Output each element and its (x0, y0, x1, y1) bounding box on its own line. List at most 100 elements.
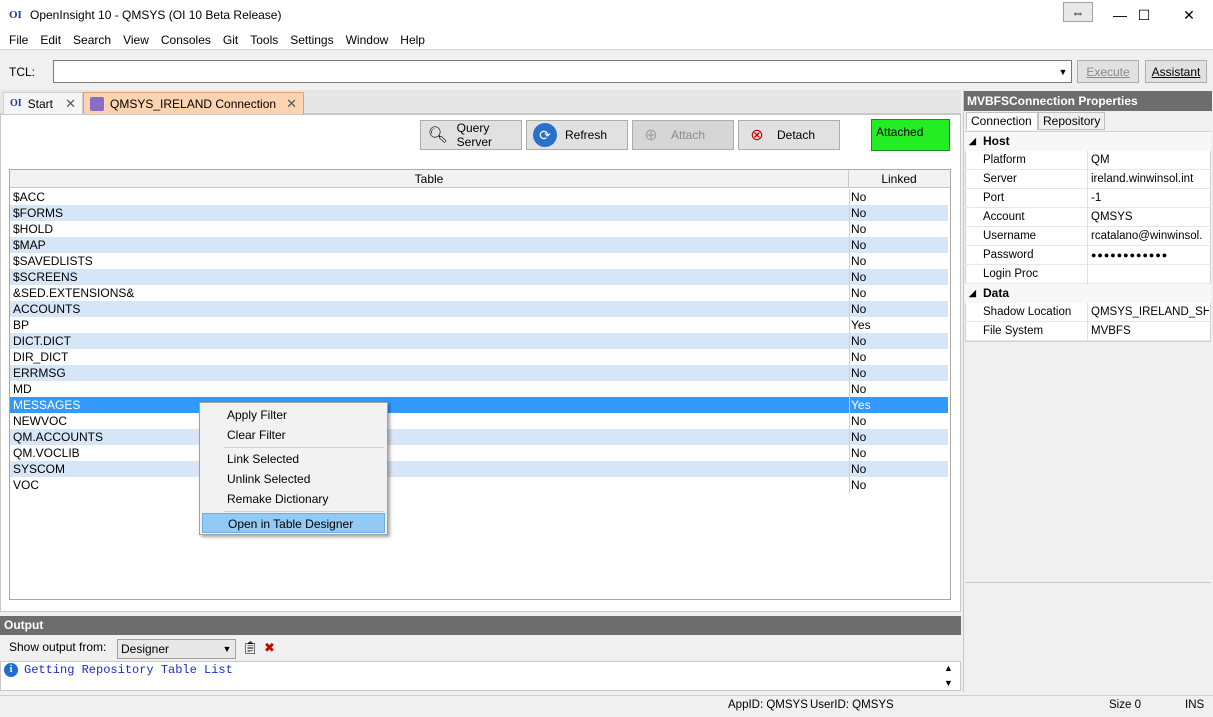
menu-view[interactable]: View (117, 31, 155, 49)
table-row[interactable]: NEWVOC No (10, 413, 948, 429)
status-bar (0, 695, 1213, 717)
property-row[interactable]: Port -1 (965, 189, 1211, 208)
table-row[interactable]: $SAVEDLISTS No (10, 253, 948, 269)
table-row[interactable]: BP Yes (10, 317, 948, 333)
output-message: Getting Repository Table List (24, 663, 233, 677)
refresh-button[interactable]: ⟳ Refresh (526, 120, 628, 150)
tab-repository[interactable]: Repository (1038, 112, 1105, 130)
table-row[interactable]: QM.VOCLIB No (10, 445, 948, 461)
table-row[interactable]: MD No (10, 381, 948, 397)
table-row[interactable]: $SCREENS No (10, 269, 948, 285)
window-title: OpenInsight 10 - QMSYS (OI 10 Beta Relea… (30, 8, 282, 22)
table-row[interactable]: ERRMSG No (10, 365, 948, 381)
close-window-button[interactable]: ✕ (1166, 0, 1212, 30)
close-icon[interactable]: ✕ (65, 96, 76, 112)
scroll-down-icon[interactable]: ▼ (944, 678, 953, 688)
attach-plug-icon: ⊕ (644, 127, 658, 144)
tcl-command-input[interactable] (53, 60, 1072, 83)
menu-tools[interactable]: Tools (244, 31, 284, 49)
copy-output-icon[interactable]: 📋︎ (242, 640, 259, 656)
property-row[interactable]: Platform QM (965, 151, 1211, 170)
properties-title: MVBFSConnection Properties (964, 91, 1212, 111)
menu-item-clear-filter[interactable]: Clear Filter (202, 425, 385, 445)
tab-start[interactable]: OI Start ✕ (3, 92, 83, 114)
menu-item-remake-dictionary[interactable]: Remake Dictionary (202, 489, 385, 509)
table-row[interactable]: $FORMS No (10, 205, 948, 221)
maximize-button[interactable]: ☐ (1121, 0, 1167, 30)
oi-logo-icon: OI (10, 98, 22, 109)
status-insert-mode: INS (1185, 699, 1205, 711)
property-row[interactable]: Login Proc (965, 265, 1211, 284)
property-description-area (965, 582, 1211, 690)
table-row[interactable]: SYSCOM No (10, 461, 948, 477)
connection-status-indicator: Attached (871, 119, 950, 151)
menu-item-unlink-selected[interactable]: Unlink Selected (202, 469, 385, 489)
button-label: Refresh (565, 128, 608, 142)
category-data[interactable]: ◢ Data (965, 284, 1211, 303)
column-header-table[interactable]: Table (10, 170, 849, 188)
table-row[interactable]: ACCOUNTS No (10, 301, 948, 317)
property-row[interactable]: Password ●●●●●●●●●●●● (965, 246, 1211, 265)
button-label: Attach (671, 128, 706, 142)
collapse-triangle-icon[interactable]: ◢ (969, 284, 976, 303)
menu-consoles[interactable]: Consoles (155, 31, 217, 49)
property-row[interactable]: File System MVBFS (965, 322, 1211, 341)
collapse-triangle-icon[interactable]: ◢ (969, 132, 976, 151)
table-row[interactable]: DICT.DICT No (10, 333, 948, 349)
property-row[interactable]: Account QMSYS (965, 208, 1211, 227)
menu-item-open-in-table-designer[interactable]: Open in Table Designer (202, 513, 385, 533)
menu-separator (224, 447, 384, 448)
status-app-id: AppID: QMSYS (728, 699, 808, 711)
table-row[interactable]: VOC No (10, 477, 948, 493)
tcl-label: TCL: (9, 65, 36, 79)
property-row[interactable]: Username rcatalano@winwinsol. (965, 227, 1211, 246)
assistant-button[interactable]: Assistant (1145, 60, 1207, 83)
menu-help[interactable]: Help (394, 31, 431, 49)
scroll-up-icon[interactable]: ▲ (944, 663, 953, 673)
menu-search[interactable]: Search (67, 31, 117, 49)
menu-item-link-selected[interactable]: Link Selected (202, 449, 385, 469)
menu-bar: File Edit Search View Consoles Git Tools… (0, 30, 1213, 50)
query-server-button[interactable]: 🔍︎ Query Server (420, 120, 522, 150)
menu-edit[interactable]: Edit (34, 31, 67, 49)
connection-icon (90, 96, 104, 111)
close-icon[interactable]: ✕ (286, 96, 297, 112)
menu-item-apply-filter[interactable]: Apply Filter (202, 405, 385, 425)
button-label: Query Server (456, 121, 492, 149)
output-source-select[interactable]: Designer (117, 639, 236, 659)
tab-label: QMSYS_IRELAND Connection (110, 96, 277, 111)
property-row[interactable]: Shadow Location QMSYS_IRELAND_SHA (965, 303, 1211, 322)
property-row[interactable]: Server ireland.winwinsol.int (965, 170, 1211, 189)
table-row[interactable]: DIR_DICT No (10, 349, 948, 365)
table-row[interactable]: $ACC No (10, 189, 948, 205)
menu-settings[interactable]: Settings (284, 31, 339, 49)
app-logo-icon: OI (9, 9, 22, 21)
detach-button[interactable]: ⊗ Detach (738, 120, 840, 150)
table-row[interactable]: $HOLD No (10, 221, 948, 237)
button-label: Detach (777, 128, 816, 142)
category-host[interactable]: ◢ Host (965, 132, 1211, 151)
table-row-selected[interactable]: MESSAGES Yes (10, 397, 948, 413)
magnifier-icon: 🔍︎ (427, 127, 448, 144)
detach-plug-icon: ⊗ (750, 127, 764, 144)
tab-label: Start (27, 96, 54, 111)
execute-button[interactable]: Execute (1077, 60, 1139, 83)
tab-qmsys-ireland-connection[interactable]: QMSYS_IRELAND Connection ✕ (83, 92, 304, 114)
column-header-linked[interactable]: Linked (849, 170, 949, 188)
menu-file[interactable]: File (3, 31, 34, 49)
attach-button[interactable]: ⊕ Attach (632, 120, 734, 150)
resize-arrows-icon[interactable]: ⇔ (1063, 2, 1093, 22)
output-title: Output (0, 616, 961, 635)
chevron-down-icon[interactable]: ▼ (220, 641, 234, 657)
menu-git[interactable]: Git (217, 31, 244, 49)
tab-connection[interactable]: Connection (966, 112, 1038, 130)
menu-separator (224, 511, 384, 512)
table-row[interactable]: QM.ACCOUNTS No (10, 429, 948, 445)
chevron-down-icon[interactable]: ▼ (1055, 61, 1071, 82)
clear-output-icon[interactable]: ✖ (264, 640, 280, 656)
status-size: Size 0 (1109, 699, 1141, 711)
table-row[interactable]: $MAP No (10, 237, 948, 253)
context-menu: Apply Filter Clear Filter Link Selected … (199, 402, 388, 535)
table-row[interactable]: &SED.EXTENSIONS& No (10, 285, 948, 301)
menu-window[interactable]: Window (340, 31, 395, 49)
